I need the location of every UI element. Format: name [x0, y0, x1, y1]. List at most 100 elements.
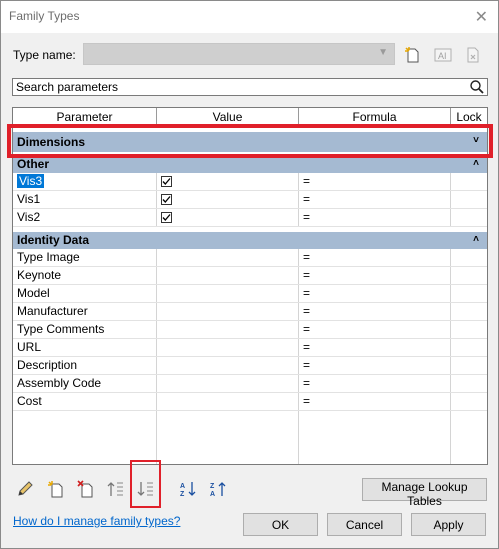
value-cell[interactable] — [157, 173, 299, 190]
move-up-button[interactable] — [105, 478, 127, 500]
value-cell[interactable] — [157, 191, 299, 208]
close-icon[interactable]: ✕ — [475, 7, 488, 27]
table-row[interactable]: Model = — [13, 285, 487, 303]
rename-type-button[interactable]: AI — [431, 43, 455, 67]
expand-icon[interactable]: ˅ — [473, 131, 479, 151]
chevron-down-icon: ▼ — [378, 47, 388, 58]
vis1-checkbox[interactable] — [161, 194, 172, 205]
ok-button[interactable]: OK — [243, 513, 318, 536]
formula-cell[interactable]: = — [299, 303, 451, 320]
value-cell[interactable] — [157, 249, 299, 266]
column-header-value[interactable]: Value — [157, 108, 299, 127]
lock-cell[interactable] — [451, 249, 487, 266]
table-row[interactable]: Cost = — [13, 393, 487, 411]
formula-cell[interactable]: = — [299, 357, 451, 374]
lock-cell[interactable] — [451, 339, 487, 356]
value-cell[interactable] — [157, 321, 299, 338]
table-row[interactable]: Type Comments = — [13, 321, 487, 339]
lock-cell[interactable] — [451, 321, 487, 338]
value-cell[interactable] — [157, 393, 299, 410]
delete-parameter-button[interactable] — [75, 478, 97, 500]
parameter-name: Vis2 — [13, 209, 157, 226]
column-header-lock[interactable]: Lock — [451, 108, 487, 127]
table-row[interactable]: Keynote = — [13, 267, 487, 285]
group-other[interactable]: Other ˄ — [13, 156, 487, 173]
formula-cell[interactable]: = — [299, 191, 451, 208]
parameter-name: Cost — [13, 393, 157, 410]
table-row[interactable]: Type Image = — [13, 249, 487, 267]
grid-header: Parameter Value Formula Lock — [13, 108, 487, 128]
value-cell[interactable] — [157, 339, 299, 356]
lock-cell[interactable] — [451, 285, 487, 302]
table-row[interactable]: Description = — [13, 357, 487, 375]
table-row[interactable]: Vis1 = — [13, 191, 487, 209]
manage-lookup-tables-button[interactable]: Manage Lookup Tables — [362, 478, 487, 508]
group-identity-data[interactable]: Identity Data ˄ — [13, 232, 487, 249]
apply-button[interactable]: Apply — [411, 513, 486, 536]
lock-cell[interactable] — [451, 375, 487, 392]
delete-parameter-icon — [77, 480, 93, 498]
value-cell[interactable] — [157, 303, 299, 320]
formula-cell[interactable]: = — [299, 267, 451, 284]
parameter-name: Keynote — [13, 267, 157, 284]
lock-cell[interactable] — [451, 209, 487, 226]
parameter-name: URL — [13, 339, 157, 356]
window-title: Family Types — [9, 9, 80, 23]
lock-cell[interactable] — [451, 267, 487, 284]
title-bar: Family Types ✕ — [1, 1, 498, 33]
parameter-name: Vis3 — [17, 174, 45, 188]
parameters-grid: Parameter Value Formula Lock Dimensions … — [12, 107, 488, 465]
table-row[interactable]: URL = — [13, 339, 487, 357]
value-cell[interactable] — [157, 267, 299, 284]
table-row[interactable]: Assembly Code = — [13, 375, 487, 393]
search-input[interactable] — [13, 79, 456, 95]
sort-ascending-button[interactable]: A Z — [177, 478, 199, 500]
value-cell[interactable] — [157, 209, 299, 226]
svg-text:Z: Z — [180, 491, 185, 498]
lock-cell[interactable] — [451, 173, 487, 190]
type-name-dropdown[interactable]: ▼ — [83, 43, 395, 65]
pencil-icon — [18, 481, 33, 496]
table-row[interactable]: Manufacturer = — [13, 303, 487, 321]
formula-cell[interactable]: = — [299, 339, 451, 356]
value-cell[interactable] — [157, 285, 299, 302]
collapse-icon[interactable]: ˄ — [473, 155, 479, 172]
collapse-icon[interactable]: ˄ — [473, 231, 479, 248]
formula-cell[interactable]: = — [299, 209, 451, 226]
formula-cell[interactable]: = — [299, 285, 451, 302]
lock-cell[interactable] — [451, 357, 487, 374]
parameter-name: Type Comments — [13, 321, 157, 338]
edit-parameter-button[interactable] — [14, 478, 36, 500]
lock-cell[interactable] — [451, 393, 487, 410]
formula-cell[interactable]: = — [299, 393, 451, 410]
parameter-name: Description — [13, 357, 157, 374]
move-down-button[interactable] — [135, 478, 157, 500]
vis3-checkbox[interactable] — [161, 176, 172, 187]
group-title: Other — [17, 157, 50, 171]
search-icon[interactable] — [469, 79, 485, 98]
formula-cell[interactable]: = — [299, 375, 451, 392]
group-title: Identity Data — [17, 233, 90, 247]
parameter-name: Type Image — [13, 249, 157, 266]
formula-cell[interactable]: = — [299, 173, 451, 190]
table-row[interactable]: Vis3 = — [13, 173, 487, 191]
lock-cell[interactable] — [451, 191, 487, 208]
new-parameter-button[interactable] — [45, 478, 67, 500]
help-link[interactable]: How do I manage family types? — [13, 514, 180, 528]
parameter-name: Vis1 — [13, 191, 157, 208]
cancel-button[interactable]: Cancel — [327, 513, 402, 536]
column-header-formula[interactable]: Formula — [299, 108, 451, 127]
group-dimensions[interactable]: Dimensions ˅ — [13, 132, 487, 152]
lock-cell[interactable] — [451, 303, 487, 320]
column-header-parameter[interactable]: Parameter — [13, 108, 157, 127]
sort-descending-button[interactable]: Z A — [207, 478, 229, 500]
table-row[interactable]: Vis2 = — [13, 209, 487, 227]
group-title: Dimensions — [17, 135, 86, 149]
value-cell[interactable] — [157, 375, 299, 392]
vis2-checkbox[interactable] — [161, 212, 172, 223]
formula-cell[interactable]: = — [299, 249, 451, 266]
delete-type-button[interactable] — [461, 43, 485, 67]
value-cell[interactable] — [157, 357, 299, 374]
formula-cell[interactable]: = — [299, 321, 451, 338]
new-type-button[interactable] — [401, 43, 425, 67]
